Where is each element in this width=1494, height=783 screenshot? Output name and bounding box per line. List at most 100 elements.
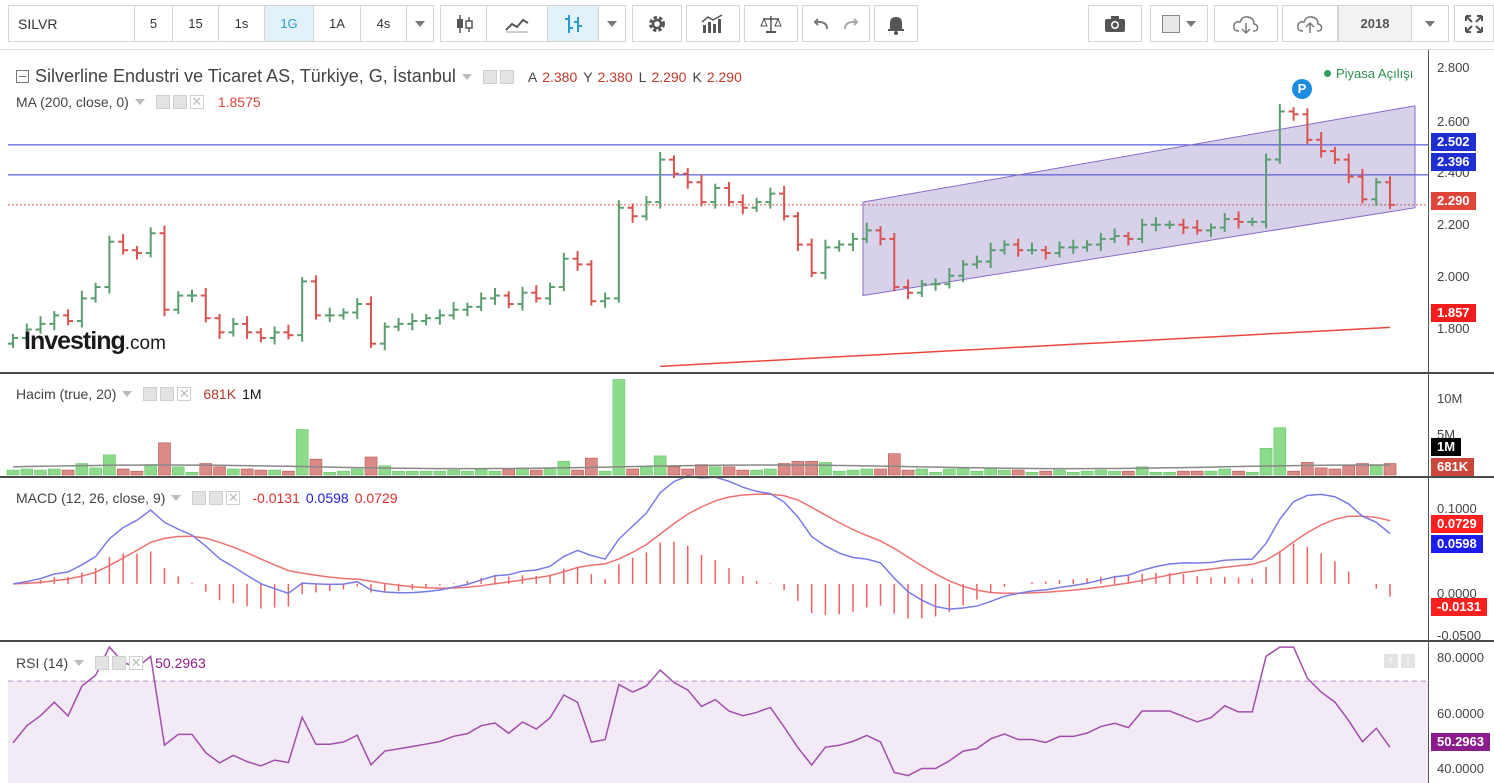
interval-1s-button[interactable]: 1s [218,5,265,42]
volume-bar [1066,471,1080,476]
eye-icon[interactable] [95,656,110,670]
eye-icon[interactable] [155,95,170,109]
gear-icon[interactable] [112,656,127,670]
volume-bar [488,470,502,476]
eye-icon[interactable] [482,69,497,84]
eye-icon[interactable] [143,387,158,401]
macd-signal-value: 0.0729 [354,490,398,506]
line-chart-button[interactable] [486,5,548,42]
more-icon[interactable]: ⋮ [1401,654,1415,668]
indicators-button[interactable] [686,5,740,42]
gear-icon[interactable] [172,95,187,109]
volume-bar [640,466,653,476]
bar-chart-button[interactable] [547,5,599,42]
interval-1a-button[interactable]: 1A [313,5,361,42]
chevron-down-icon[interactable] [122,391,133,397]
collapse-icon[interactable] [16,70,29,83]
chevron-down-icon [415,20,425,27]
volume-bar [887,453,901,476]
cloud-upload-icon [1297,15,1323,33]
volume-bar [1108,470,1121,476]
volume-bar [722,466,736,476]
alert-button[interactable] [874,5,918,42]
volume-bar [598,470,612,476]
volume-bar [970,470,984,476]
chevron-down-icon[interactable] [171,495,182,501]
ma200-line [660,326,1391,368]
low-value: 2.290 [651,68,687,85]
macd-hist-value: -0.0131 [252,490,300,506]
volume-bar [1039,470,1053,476]
gear-icon[interactable] [209,491,224,505]
volume-bar [1094,469,1108,476]
pane-divider[interactable] [0,640,1494,642]
close-icon[interactable]: ✕ [177,387,192,401]
screenshot-button[interactable] [1088,5,1142,42]
chevron-down-icon[interactable] [134,99,145,105]
save-chart-button[interactable] [1282,5,1338,42]
volume-bar [750,469,763,476]
volume-bar [1177,470,1190,476]
compare-button[interactable] [744,5,798,42]
macd-tick: -0.0500 [1437,628,1482,643]
chart-plot[interactable] [0,50,1494,783]
high-label: Y [583,68,593,85]
price-tick: 2.200 [1437,217,1470,232]
indicators-icon [701,13,723,33]
eye-icon[interactable] [192,491,207,505]
redo-icon[interactable] [841,16,861,32]
year-button[interactable]: 2018 [1338,5,1412,42]
year-dropdown-button[interactable] [1411,5,1449,42]
arrow-up-icon[interactable]: ↑ [1384,654,1398,668]
interval-4s-button[interactable]: 4s [360,5,407,42]
volume-bar [364,456,378,476]
chevron-down-icon[interactable] [461,73,472,80]
interval-dropdown-button[interactable] [406,5,434,42]
volume-bar [254,469,268,476]
volume-bar [1080,470,1094,476]
candles-chart-button[interactable] [440,5,487,42]
volume-bar [213,466,226,476]
chart-area[interactable]: Silverline Endustri ve Ticaret AS, Türki… [0,50,1494,783]
interval-5-button[interactable]: 5 [134,5,173,42]
volume-bar [34,469,47,476]
rsi-value: 50.2963 [155,655,206,671]
price-tag-upper-level: 2.502 [1431,133,1476,151]
close-icon[interactable]: ✕ [189,95,204,109]
pane-divider[interactable] [0,372,1494,374]
volume-bar [736,469,750,476]
volume-bar [1149,471,1163,476]
volume-bar [1232,470,1245,476]
chevron-down-icon[interactable] [74,660,85,666]
color-picker-button[interactable] [1150,5,1208,42]
event-marker[interactable]: P [1292,79,1312,99]
undo-icon[interactable] [811,16,831,32]
volume-bar [337,470,350,476]
chart-type-dropdown-button[interactable] [598,5,626,42]
symbol-input[interactable]: SILVR [8,5,135,42]
interval-1g-button[interactable]: 1G [264,5,314,42]
volume-bar [1328,468,1342,476]
volume-bar [529,469,543,476]
volume-bar [227,468,240,476]
gear-icon[interactable] [160,387,175,401]
volume-bar [295,429,309,476]
load-chart-button[interactable] [1214,5,1278,42]
close-icon[interactable]: ✕ [129,656,144,670]
volume-tag-last: 681K [1431,458,1475,476]
trend-channel [862,105,1416,297]
gear-icon [649,15,665,32]
volume-bar [846,469,860,476]
gear-icon[interactable] [499,69,514,84]
volume-bar [20,468,34,476]
pane-divider[interactable] [0,476,1494,478]
fullscreen-button[interactable] [1454,5,1494,42]
logo-suffix: .com [124,333,166,354]
volume-bar [667,466,681,476]
logo-text: Investing [24,327,126,355]
volume-bar [901,469,915,476]
close-icon[interactable]: ✕ [226,491,241,505]
interval-15-button[interactable]: 15 [172,5,219,42]
settings-button[interactable] [632,5,682,42]
price-tag-lower-level: 2.396 [1431,153,1476,171]
